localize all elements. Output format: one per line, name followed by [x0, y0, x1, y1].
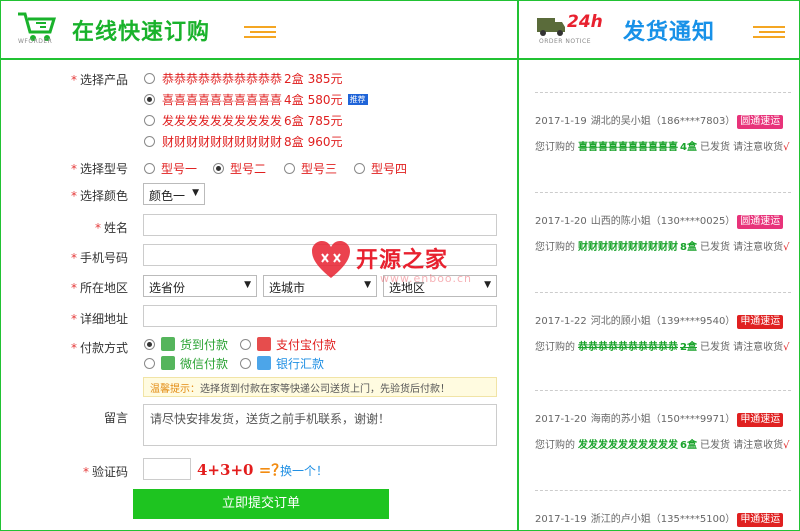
notice-24h-badge: 24h [567, 12, 603, 32]
model-radio[interactable] [144, 163, 155, 174]
notice-body: 您订购的 喜喜喜喜喜喜喜喜喜喜 4盒 已发货 请注意收货√ [535, 142, 790, 153]
decorative-lines-icon [244, 26, 276, 41]
notice-meta: 2017-1-22 河北的顾小姐（139****9540） 申通速运 [535, 312, 791, 329]
phone-input[interactable] [143, 244, 497, 266]
notice-meta: 2017-1-20 海南的苏小姐（150****9971） 申通速运 [535, 410, 791, 427]
message-textarea[interactable]: 请尽快安排发货，送货之前手机联系，谢谢！ [143, 404, 497, 446]
district-select[interactable]: 选地区 ▼ [383, 275, 497, 297]
model-option[interactable]: 型号三 [301, 160, 337, 177]
model-option[interactable]: 型号四 [371, 160, 407, 177]
notice-meta: 2017-1-20 山西的陈小姐（130****0025） 圆通速运 [535, 212, 791, 229]
payment-option[interactable]: 微信付款 [180, 355, 228, 372]
chevron-down-icon: ▼ [364, 280, 371, 290]
notice-body: 您订购的 恭恭恭恭恭恭恭恭恭恭 2盒 已发货 请注意收货√ [535, 342, 790, 353]
message-label: 留言 [103, 411, 128, 425]
shipping-tag: 圆通速运 [737, 215, 784, 229]
submit-order-button[interactable]: 立即提交订单 [133, 489, 389, 519]
product-radio[interactable] [144, 94, 155, 105]
notice-meta: 2017-1-19 浙江的卢小姐（135****5100） 申通速运 [535, 510, 791, 527]
notice-separator [535, 92, 791, 93]
notice-meta: 2017-1-19 湖北的吴小姐（186****7803） 圆通速运 [535, 112, 791, 129]
name-input[interactable] [143, 214, 497, 236]
captcha-question: 4+3+0 =？ [197, 461, 287, 479]
product-option[interactable]: 喜喜喜喜喜喜喜喜喜喜 4盒 580元 推荐 [162, 91, 368, 108]
product-label: * 选择产品 [70, 73, 128, 87]
color-select[interactable]: 颜色一 ▼ [143, 183, 205, 205]
address-label: * 详细地址 [70, 312, 128, 326]
recommended-badge: 推荐 [347, 94, 368, 105]
alipay-icon [257, 337, 271, 351]
color-label: * 选择颜色 [70, 189, 128, 203]
product-option[interactable]: 恭恭恭恭恭恭恭恭恭恭 2盒 385元 [162, 70, 343, 87]
captcha-refresh-link[interactable]: 换一个！ [280, 462, 328, 479]
notice-item: 2017-1-19 浙江的卢小姐（135****5100） 申通速运 [535, 510, 791, 527]
payment-radio[interactable] [144, 358, 155, 369]
payment-option[interactable]: 银行汇款 [276, 355, 324, 372]
notice-body: 您订购的 财财财财财财财财财财 8盒 已发货 请注意收货√ [535, 242, 790, 253]
product-option[interactable]: 发发发发发发发发发发 6盒 785元 [162, 112, 343, 129]
decorative-lines-icon [753, 26, 785, 41]
payment-option[interactable]: 货到付款 [180, 336, 228, 353]
notice-title: 发货通知 [623, 20, 716, 45]
chevron-down-icon: ▼ [244, 280, 251, 290]
notice-panel: 24h ORDER NOTICE 发货通知 2017-1-19 湖北的吴小姐（18… [517, 0, 800, 531]
model-option[interactable]: 型号二 [230, 160, 266, 177]
order-form-panel: WFORDER 在线快速订购 * 选择产品 恭恭恭恭恭恭恭恭恭恭 2盒 385元喜喜喜… [0, 0, 517, 531]
name-label: * 姓名 [94, 221, 128, 235]
model-option[interactable]: 型号一 [161, 160, 197, 177]
model-radio[interactable] [213, 163, 224, 174]
captcha-input[interactable] [143, 458, 191, 480]
shipping-tag: 申通速运 [737, 413, 784, 427]
phone-label: * 手机号码 [70, 251, 128, 265]
captcha-label: * 验证码 [82, 465, 128, 479]
chevron-down-icon: ▼ [192, 188, 199, 198]
order-title: 在线快速订购 [72, 20, 211, 45]
product-radio[interactable] [144, 136, 155, 147]
notice-item: 2017-1-19 湖北的吴小姐（186****7803） 圆通速运您订购的 喜喜喜喜… [535, 112, 791, 157]
notice-item: 2017-1-22 河北的顾小姐（139****9540） 申通速运您订购的 恭恭恭恭… [535, 312, 791, 357]
payment-label: * 付款方式 [70, 341, 128, 355]
chevron-down-icon: ▼ [484, 280, 491, 290]
product-radio[interactable] [144, 73, 155, 84]
model-radio[interactable] [354, 163, 365, 174]
payment-radio[interactable] [144, 339, 155, 350]
order-header: WFORDER 在线快速订购 [0, 0, 517, 60]
notice-separator [535, 390, 791, 391]
product-option[interactable]: 财财财财财财财财财财 8盒 960元 [162, 133, 343, 150]
notice-subtitle: ORDER NOTICE [539, 38, 592, 45]
shipping-tag: 申通速运 [737, 315, 784, 329]
payment-radio[interactable] [240, 358, 251, 369]
address-input[interactable] [143, 305, 497, 327]
coins-icon [161, 337, 175, 351]
region-label: * 所在地区 [70, 281, 128, 295]
product-radio[interactable] [144, 115, 155, 126]
shipping-tag: 申通速运 [737, 513, 784, 527]
notice-header: 24h ORDER NOTICE 发货通知 [519, 0, 800, 60]
payment-tip: 温馨提示：选择货到付款在家等快递公司送货上门，先验货后付款！ [143, 377, 497, 397]
notice-body: 您订购的 发发发发发发发发发发 6盒 已发货 请注意收货√ [535, 440, 790, 451]
notice-list[interactable]: 2017-1-19 湖北的吴小姐（186****7803） 圆通速运您订购的 喜喜喜喜… [519, 60, 800, 531]
bank-card-icon [257, 356, 271, 370]
wechat-icon [161, 356, 175, 370]
notice-item: 2017-1-20 山西的陈小姐（130****0025） 圆通速运您订购的 财财财财… [535, 212, 791, 257]
shipping-tag: 圆通速运 [737, 115, 784, 129]
model-label: * 选择型号 [70, 162, 128, 176]
payment-radio[interactable] [240, 339, 251, 350]
order-subtitle: WFORDER [18, 38, 53, 45]
notice-item: 2017-1-20 海南的苏小姐（150****9971） 申通速运您订购的 发发发发… [535, 410, 791, 455]
model-radio[interactable] [284, 163, 295, 174]
notice-separator [535, 292, 791, 293]
province-select[interactable]: 选省份 ▼ [143, 275, 257, 297]
notice-separator [535, 490, 791, 491]
notice-separator [535, 192, 791, 193]
payment-option[interactable]: 支付宝付款 [276, 336, 336, 353]
city-select[interactable]: 选城市 ▼ [263, 275, 377, 297]
